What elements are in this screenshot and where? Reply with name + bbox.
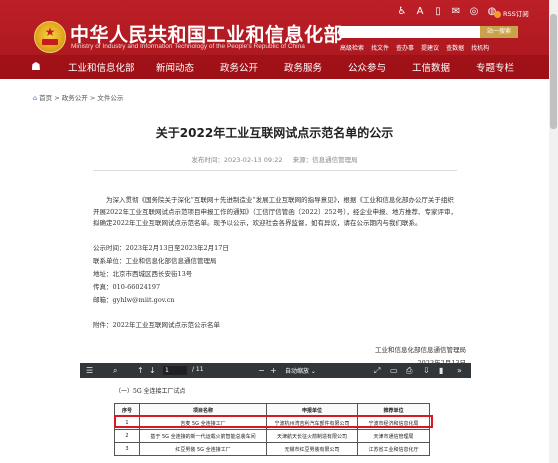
top-utility-icons: ♿ A ▯ ✉ ◎ ◍: [397, 7, 497, 17]
quick-link-suggestions[interactable]: 提建议: [421, 43, 439, 52]
nav-item-ministry[interactable]: 工业和信息化部: [68, 60, 156, 74]
nav-item-topics[interactable]: 专题专栏: [476, 60, 526, 74]
notice-period: 公示时间：2023年2月13日至2023年2月17日: [93, 244, 229, 252]
table-row: 2 基于 5G 全连接的新一代运载火箭智能总装车间 天津航天长征火箭制造有限公司…: [114, 429, 430, 443]
nav-item-gov-affairs[interactable]: 政务公开: [220, 60, 284, 74]
bookmark-icon[interactable]: ▮: [439, 365, 443, 376]
zoom-out-button[interactable]: −: [258, 365, 265, 376]
accessibility-icon[interactable]: ♿: [397, 7, 407, 17]
page-title: 关于2022年工业互联网试点示范名单的公示: [155, 126, 394, 140]
scrollbar-thumb[interactable]: [550, 14, 557, 129]
nav-item-gov-services[interactable]: 政务服务: [284, 60, 348, 74]
presentation-icon[interactable]: ⤢: [374, 365, 380, 376]
search-button[interactable]: 站一搜索: [480, 26, 518, 38]
attachment-link[interactable]: 附件：2022年工业互联网试点示范公示名单: [93, 319, 220, 329]
site-subtitle-en: Ministry of Industry and Information Tec…: [71, 43, 305, 50]
rss-link[interactable]: RSS订阅: [494, 8, 529, 18]
nav-item-public-participation[interactable]: 公众参与: [348, 60, 412, 74]
download-icon[interactable]: ⇩: [423, 365, 430, 376]
quick-link-services[interactable]: 查办事: [396, 43, 414, 52]
sidebar-toggle-icon[interactable]: ☰: [86, 365, 93, 376]
breadcrumb-gov-affairs[interactable]: 政务公开: [62, 94, 88, 102]
contact-address: 地址：北京市西城区西长安街13号: [93, 270, 193, 278]
contact-email: 邮箱：gyhlw@miit.gov.cn: [93, 296, 175, 304]
pdf-section-heading: （一）5G 全连接工厂试点: [115, 388, 186, 395]
article-source: 来源：信息通信管理局: [292, 156, 358, 164]
main-nav-items: 工业和信息化部 新闻动态 政务公开 政务服务 公众参与 工信数据 专题专栏: [68, 60, 526, 74]
zoom-select[interactable]: 自动缩放 ⌄: [285, 366, 316, 375]
home-icon: ⌂: [33, 94, 38, 102]
page-count: / 11: [192, 366, 204, 373]
page-number-input[interactable]: 1: [163, 366, 187, 375]
font-size-icon[interactable]: A: [415, 7, 425, 17]
rss-icon: [494, 10, 501, 18]
article-meta: 发布时间：2023-02-13 09:22 来源：信息通信管理局: [0, 154, 549, 164]
quick-link-data[interactable]: 查数据: [446, 43, 464, 52]
quick-link-advanced-search[interactable]: 高级检索: [340, 43, 364, 52]
quick-link-institutions[interactable]: 找机构: [471, 43, 489, 52]
breadcrumb: ⌂ 首页 > 政务公开 > 文件公示: [33, 94, 124, 102]
zoom-in-button[interactable]: +: [270, 365, 277, 376]
nav-item-news[interactable]: 新闻动态: [156, 60, 220, 74]
national-emblem-logo[interactable]: ★: [34, 21, 66, 53]
highlight-box: [114, 415, 433, 428]
sign-org: 工业和信息化部信息通信管理局: [375, 346, 466, 354]
title-divider: [93, 170, 457, 171]
more-tools-icon[interactable]: »: [457, 365, 462, 376]
email-icon[interactable]: ✉: [451, 7, 461, 17]
wechat-icon[interactable]: ◎: [469, 7, 479, 17]
breadcrumb-notices[interactable]: 文件公示: [97, 94, 123, 102]
publish-time: 发布时间：2023-02-13 09:22: [191, 156, 283, 164]
quick-link-find-files[interactable]: 找文件: [371, 43, 389, 52]
quick-links: 高级检索 找文件 查办事 提建议 查数据 找机构: [340, 43, 489, 52]
nav-item-data[interactable]: 工信数据: [412, 60, 476, 74]
table-row: 3 红豆男装 5G 全连接工厂 无锡市红豆男装有限公司 江苏省工业和信息化厅: [114, 442, 430, 456]
print-icon[interactable]: ⎙: [406, 365, 412, 376]
open-file-icon[interactable]: ▭: [390, 365, 398, 376]
mobile-icon[interactable]: ▯: [433, 7, 443, 17]
pdf-toolbar: ☰ ⌕ ↑ ↓ 1 / 11 − + 自动缩放 ⌄ ⤢ ▭ ⎙ ⇩ ▮ »: [80, 363, 471, 378]
search-input[interactable]: [340, 26, 480, 38]
next-page-icon[interactable]: ↓: [149, 365, 156, 376]
contact-unit: 联系单位：工业和信息化部信息通信管理局: [93, 257, 217, 265]
prev-page-icon[interactable]: ↑: [137, 365, 144, 376]
article-body: 为深入贯彻《国务院关于深化“互联网＋先进制造业”发展工业互联网的指导意见》，根据…: [93, 196, 457, 227]
contact-fax: 传真：010-66024197: [93, 283, 161, 291]
search-icon[interactable]: ⌕: [113, 365, 117, 376]
breadcrumb-home[interactable]: 首页: [39, 94, 52, 102]
pilot-list-table: 序号 项目名称 申报单位 推荐单位 1 吉麦 5G 全连接工厂 宁波杭州湾吉利汽…: [114, 403, 430, 456]
home-nav-icon[interactable]: ☗: [31, 61, 43, 73]
